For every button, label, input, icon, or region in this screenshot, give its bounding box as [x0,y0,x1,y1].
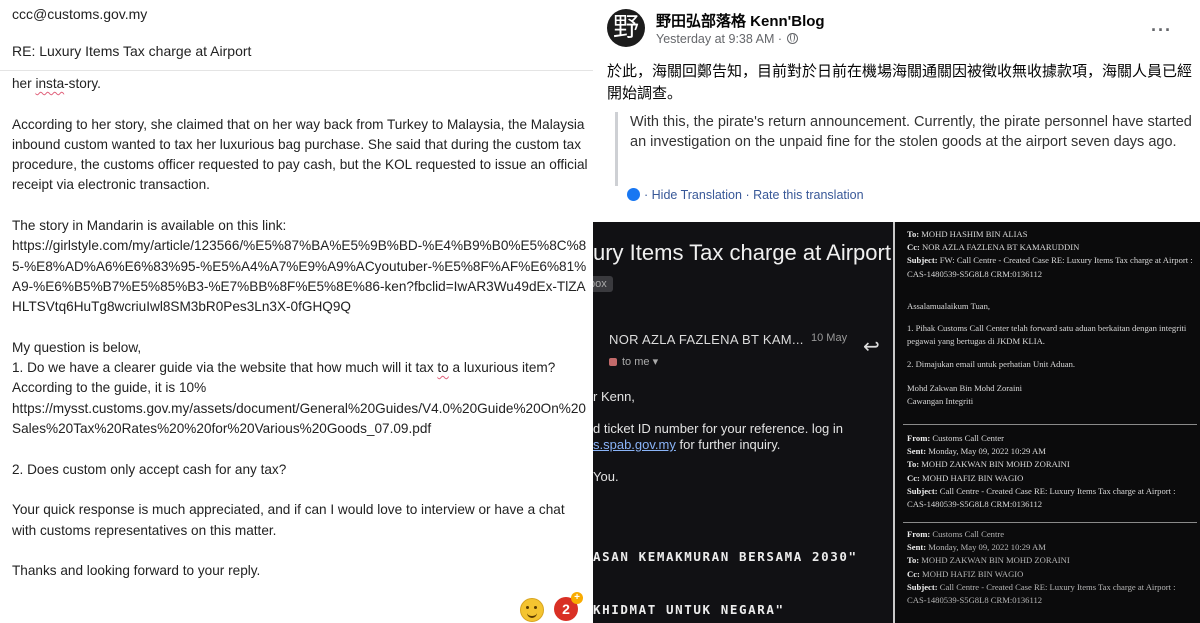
greeting-line: r Kenn, [593,389,635,404]
intro-text: her [12,76,36,91]
settings-gear-icon[interactable] [627,188,640,201]
avatar[interactable]: 野 [607,9,645,47]
post-timestamp[interactable]: Yesterday at 9:38 AM · [656,32,799,46]
story-paragraph: According to her story, she claimed that… [12,116,588,193]
subject-value: Call Centre - Created Case RE: Luxury It… [907,485,1176,510]
question-intro: My question is below, [12,339,142,355]
dark-email-screenshot: ury Items Tax charge at Airport box NOR … [593,222,893,623]
email-message: ccc@customs.gov.my RE: Luxury Items Tax … [0,0,593,623]
to-label: To: [907,459,920,470]
from-value: Customs Call Centre [932,529,1005,539]
header-divider [0,70,593,71]
subject-value: FW: Call Centre - Created Case RE: Luxur… [907,255,1193,279]
forward-item-2: 2. Dimajukan email untuk perhatian Unit … [907,359,1076,369]
cc-value: MOHD HAFIZ BIN WAGIO [922,472,1024,483]
intro-line: her insta-story. [12,74,590,94]
email-body[interactable]: her insta-story. According to her story,… [12,74,590,581]
timestamp-text[interactable]: Yesterday at 9:38 AM · [656,32,785,46]
to-value: MOHD HASHIM BIN ALIAS [921,229,1028,239]
forwarded-email-document: To: MOHD HASHIM BIN ALIAS Cc: NOR AZLA F… [895,222,1200,623]
to-value: MOHD ZAKWAN BIN MOHD ZORAINI [921,459,1070,470]
spellcheck-word[interactable]: insta [35,76,64,91]
translated-text: With this, the pirate's return announcem… [615,112,1195,186]
signature-unit: Cawangan Integriti [907,396,974,407]
post-author[interactable]: 野田弘部落格 Kenn'Blog [656,10,825,31]
closing-paragraph: Your quick response is much appreciated,… [12,502,565,538]
cc-label: Cc: [907,568,920,579]
sender-name[interactable]: NOR AZLA FAZLENA BT KAM... [609,332,804,347]
sent-value: Monday, May 09, 2022 10:29 AM [928,542,1046,553]
signature-name: Mohd Zakwan Bin Mohd Zoraini [907,383,1023,393]
cc-value: NOR AZLA FAZLENA BT KAMARUDDIN [922,242,1080,253]
hugging-emoji-icon[interactable] [520,598,544,622]
email-subject[interactable]: RE: Luxury Items Tax charge at Airport [12,43,251,59]
from-label: From: [907,433,931,443]
translation-links: · Hide Translation · Rate this translati… [627,188,864,202]
separator [903,424,1197,425]
recipient-toggle[interactable]: to me ▾ [609,355,658,368]
cc-label: Cc: [907,242,920,253]
forwarded-header-2: From: Customs Call Centre Sent: Monday, … [907,528,1195,607]
spellcheck-word[interactable]: to [437,360,448,375]
more-options-icon[interactable]: ··· [1151,20,1172,41]
question-1-end: a luxurious item? [448,360,556,376]
add-reaction-icon[interactable]: + [571,592,583,604]
rate-translation-link[interactable]: · Rate this translation [742,188,863,202]
from-value: Customs Call Center [932,433,1005,443]
intro-text-end: -story. [64,76,101,91]
guide-url[interactable]: https://mysst.customs.gov.my/assets/docu… [12,399,590,440]
separator [903,522,1197,523]
ticket-line: d ticket ID number for your reference. l… [593,421,844,436]
sent-value: Monday, May 09, 2022 10:29 AM [928,446,1046,457]
hide-translation-link[interactable]: · Hide Translation [644,188,742,202]
post-text: 於此，海關回鄭告知，目前對於日前在機場海關通關因被徵收無收據款項，海關人員已經開… [607,62,1193,102]
mandarin-story-url[interactable]: https://girlstyle.com/my/article/123566/… [12,236,590,317]
email-thread-title: ury Items Tax charge at Airport [593,240,891,265]
signature: Mohd Zakwan Bin Mohd Zoraini Cawangan In… [907,382,1195,408]
mandarin-link-label: The story in Mandarin is available on th… [12,218,287,234]
lock-icon [609,358,617,366]
to-label: To: [907,229,920,239]
thanks-line: You. [593,469,619,484]
to-value: MOHD ZAKWAN BIN MOHD ZORAINI [921,555,1070,566]
slogan-line-2: KHIDMAT UNTUK NEGARA" [593,602,785,617]
inbox-label-chip[interactable]: box [593,276,613,292]
subject-label: Subject: [907,255,938,266]
to-label: To: [907,555,920,566]
slogan-line-1: ASAN KEMAKMURAN BERSAMA 2030" [593,549,858,564]
email-date: 10 May [811,332,848,344]
greeting: Assalamualaikum Tuan, [907,301,991,311]
question-1-text: 1. Do we have a clearer guide via the we… [12,360,438,376]
spab-link[interactable]: s.spab.gov.my [593,437,676,452]
forward-item-1: 1. Pihak Customs Call Center telah forwa… [907,323,1187,347]
from-label: From: [907,529,931,539]
subject-label: Subject: [907,581,938,592]
subject-value: Call Centre - Created Case RE: Luxury It… [907,581,1176,606]
guide-note: According to the guide, it is 10% [12,380,207,396]
subject-label: Subject: [907,485,938,496]
emoji-reactions[interactable]: 2 + [520,592,590,622]
reply-icon[interactable]: ↩ [863,334,880,359]
facebook-post: 野 野田弘部落格 Kenn'Blog Yesterday at 9:38 AM … [593,0,1200,222]
recipient-address[interactable]: ccc@customs.gov.my [12,6,147,22]
cc-value: MOHD HAFIZ BIN WAGIO [922,568,1024,579]
sent-label: Sent: [907,542,927,553]
sent-label: Sent: [907,446,927,457]
to-me-text[interactable]: to me ▾ [622,356,658,368]
globe-icon [787,33,799,44]
inquiry-line: s.spab.gov.my for further inquiry. [593,437,780,452]
sign-off: Thanks and looking forward to your reply… [12,563,261,579]
question-2: 2. Does custom only accept cash for any … [12,461,287,477]
question-1: 1. Do we have a clearer guide via the we… [12,358,590,378]
cc-label: Cc: [907,472,920,483]
forward-header: To: MOHD HASHIM BIN ALIAS Cc: NOR AZLA F… [907,228,1195,281]
forwarded-header-1: From: Customs Call Center Sent: Monday, … [907,432,1195,511]
inquiry-text: for further inquiry. [675,437,781,452]
